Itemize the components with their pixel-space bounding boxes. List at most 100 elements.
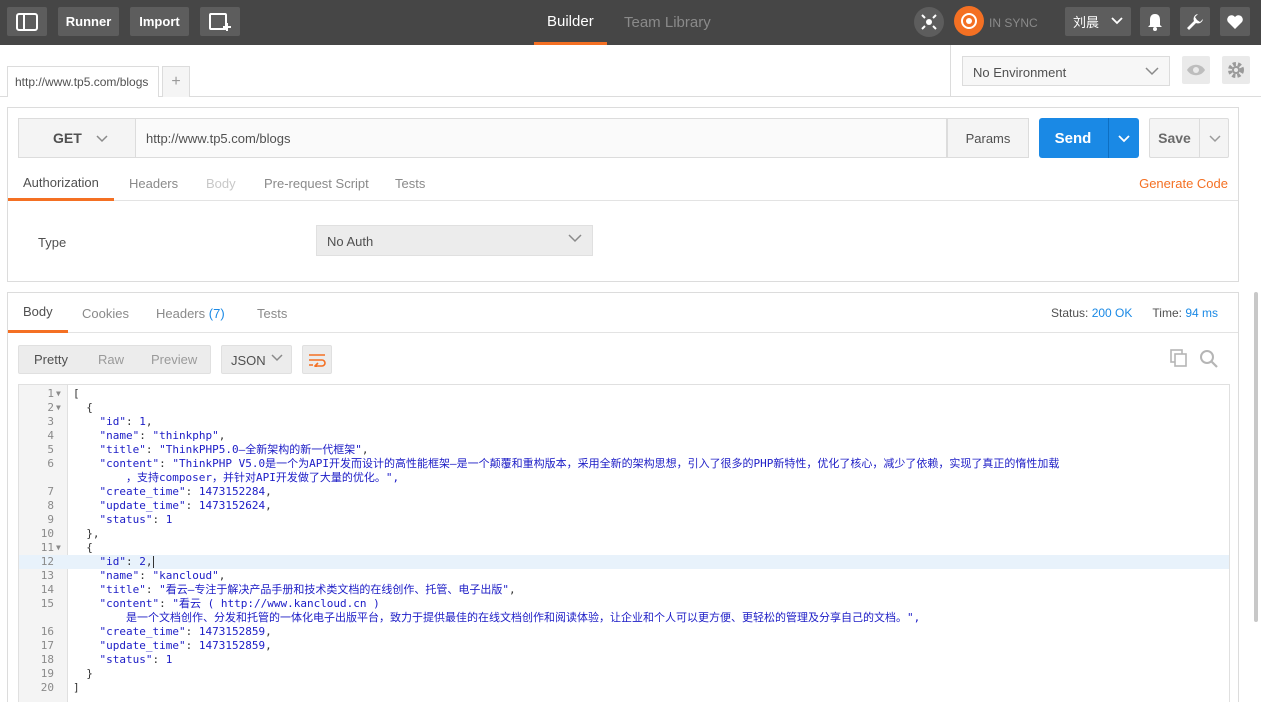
user-name: 刘晨 xyxy=(1073,15,1100,30)
line-number: 18 xyxy=(40,653,54,666)
save-options-button[interactable] xyxy=(1200,119,1229,157)
new-window-button[interactable] xyxy=(200,7,240,36)
request-tab[interactable]: http://www.tp5.com/blogs xyxy=(7,66,159,97)
code-line: 16 "create_time": 1473152859, xyxy=(19,625,1229,639)
auth-type-select[interactable]: No Auth xyxy=(316,225,593,256)
code-line: 20] xyxy=(19,681,1229,695)
code-text: "name": "kancloud", xyxy=(99,569,226,582)
add-tab-button[interactable]: + xyxy=(162,66,190,97)
settings-button[interactable] xyxy=(1180,7,1210,36)
environment-quick-look-button[interactable] xyxy=(1182,56,1210,84)
user-menu-button[interactable]: 刘晨 xyxy=(1065,7,1131,36)
code-line: 13 "name": "kancloud", xyxy=(19,569,1229,583)
sync-status-button[interactable] xyxy=(954,6,984,36)
sync-status-label: IN SYNC xyxy=(989,15,1038,30)
save-button[interactable]: Save xyxy=(1149,118,1229,158)
code-line: ，支持composer，并针对API开发做了大量的优化。", xyxy=(19,471,1229,485)
code-line: 4 "name": "thinkphp", xyxy=(19,429,1229,443)
code-text: "content": "ThinkPHP V5.0是一个为API开发而设计的高性… xyxy=(99,457,1060,470)
line-number: 11 xyxy=(40,541,54,554)
top-bar: Runner Import Builder Team Library IN SY… xyxy=(0,0,1261,45)
line-number: 3 xyxy=(47,415,54,428)
save-button-label: Save xyxy=(1158,130,1191,146)
code-text: "name": "thinkphp", xyxy=(99,429,226,442)
sync-icon xyxy=(961,13,977,29)
code-line: 2 ▼ { xyxy=(19,401,1229,415)
environment-label: No Environment xyxy=(973,65,1067,80)
environment-select[interactable]: No Environment xyxy=(962,56,1170,86)
wrap-lines-button[interactable] xyxy=(302,345,332,374)
tab-response-headers[interactable]: Headers (7) xyxy=(156,293,225,333)
code-text: { xyxy=(73,541,93,554)
url-input[interactable]: http://www.tp5.com/blogs xyxy=(135,118,947,158)
code-text: [ xyxy=(73,387,80,400)
headers-tab-label: Headers xyxy=(156,305,206,321)
code-line: 18 "status": 1 xyxy=(19,653,1229,667)
code-text: "status": 1 xyxy=(99,513,173,526)
heart-icon xyxy=(1227,14,1243,29)
tab-body[interactable]: Body xyxy=(206,166,236,201)
line-number: 17 xyxy=(40,639,54,652)
tab-headers[interactable]: Headers xyxy=(129,166,178,201)
fold-arrow-icon[interactable]: ▼ xyxy=(56,387,61,401)
line-number: 9 xyxy=(47,513,54,526)
wrap-icon xyxy=(309,353,326,367)
view-preview-button[interactable]: Preview xyxy=(151,346,197,373)
notifications-button[interactable] xyxy=(1140,7,1170,36)
copy-icon[interactable] xyxy=(1170,349,1188,367)
code-line: 9 "status": 1 xyxy=(19,513,1229,527)
environment-bar: No Environment xyxy=(950,45,1261,97)
code-text: { xyxy=(73,401,93,414)
view-pretty-button[interactable]: Pretty xyxy=(34,346,68,373)
time-label: Time: xyxy=(1152,306,1182,320)
tab-response-cookies[interactable]: Cookies xyxy=(82,293,129,333)
line-number: 2 xyxy=(47,401,54,414)
code-text: "title": "ThinkPHP5.0—全新架构的新一代框架", xyxy=(99,443,369,456)
chevron-down-icon xyxy=(96,134,108,142)
view-raw-button[interactable]: Raw xyxy=(98,346,124,373)
send-button[interactable]: Send xyxy=(1039,118,1139,158)
line-number: 6 xyxy=(47,457,54,470)
runner-button[interactable]: Runner xyxy=(58,7,119,36)
tab-response-body[interactable]: Body xyxy=(8,293,68,333)
status-value: 200 OK xyxy=(1091,306,1133,320)
code-text: "title": "看云—专注于解决产品手册和技术类文档的在线创作、托管、电子出… xyxy=(99,583,516,596)
line-number: 19 xyxy=(40,667,54,680)
line-number: 20 xyxy=(40,681,54,694)
tab-tests[interactable]: Tests xyxy=(395,166,425,201)
scrollbar[interactable] xyxy=(1254,292,1258,622)
response-panel: Body Cookies Headers (7) Tests Status: 2… xyxy=(7,292,1239,702)
import-button[interactable]: Import xyxy=(130,7,189,36)
response-body-editor[interactable]: 1 ▼[2 ▼ {3 "id": 1, 4 "name": "thinkphp", 5 … xyxy=(18,384,1230,702)
code-line: 17 "update_time": 1473152859, xyxy=(19,639,1229,653)
line-number: 13 xyxy=(40,569,54,582)
code-text: "create_time": 1473152284, xyxy=(99,485,272,498)
code-line: 19 } xyxy=(19,667,1229,681)
generate-code-link[interactable]: Generate Code xyxy=(1139,166,1228,201)
method-select[interactable]: GET xyxy=(18,118,135,158)
tab-team-library[interactable]: Team Library xyxy=(624,0,711,45)
favorite-button[interactable] xyxy=(1220,7,1250,36)
tab-authorization[interactable]: Authorization xyxy=(8,166,114,201)
fold-arrow-icon[interactable]: ▼ xyxy=(56,541,61,555)
headers-count: (7) xyxy=(208,305,225,321)
tab-pre-request-script[interactable]: Pre-request Script xyxy=(264,166,369,201)
tab-response-tests[interactable]: Tests xyxy=(257,293,287,333)
search-icon[interactable] xyxy=(1199,349,1219,369)
fold-arrow-icon[interactable]: ▼ xyxy=(56,401,61,415)
request-tabs-bar: http://www.tp5.com/blogs + xyxy=(0,45,950,97)
gear-icon xyxy=(1228,62,1244,78)
chevron-down-icon xyxy=(1111,17,1123,25)
send-options-button[interactable] xyxy=(1109,118,1139,158)
manage-environments-button[interactable] xyxy=(1222,56,1250,84)
code-line: 8 "update_time": 1473152624, xyxy=(19,499,1229,513)
response-meta: Status: 200 OK Time: 94 ms xyxy=(1051,293,1218,333)
format-select[interactable]: JSON xyxy=(221,345,292,374)
bell-icon xyxy=(1148,13,1162,31)
chevron-down-icon xyxy=(1208,134,1221,142)
interceptor-button[interactable] xyxy=(914,7,944,37)
code-line: 10 }, xyxy=(19,527,1229,541)
tab-builder[interactable]: Builder xyxy=(534,0,607,45)
sidebar-toggle-button[interactable] xyxy=(7,7,47,36)
params-button[interactable]: Params xyxy=(947,118,1029,158)
